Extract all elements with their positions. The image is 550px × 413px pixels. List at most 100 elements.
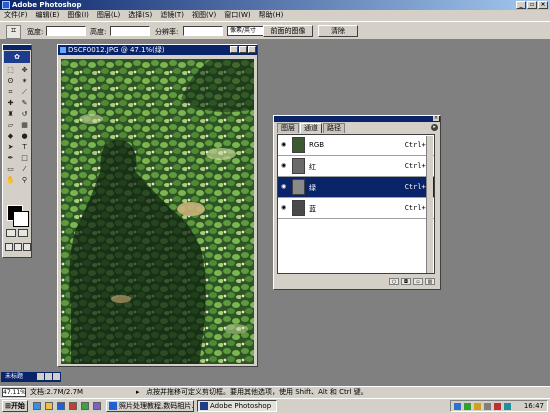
tab-paths[interactable]: 路径 [323, 123, 345, 133]
panel-scrollbar[interactable] [426, 136, 433, 273]
close-button[interactable] [53, 373, 60, 380]
panel-close-icon[interactable]: × [433, 116, 439, 121]
restore-button[interactable]: ▫ [527, 1, 537, 9]
standard-mode-icon[interactable] [6, 229, 16, 237]
network-icon[interactable] [454, 403, 461, 410]
messenger-icon[interactable] [494, 403, 501, 410]
history-brush-tool-icon[interactable]: ↺ [18, 109, 31, 119]
document-maximize-button[interactable] [239, 46, 247, 53]
document-canvas-photo[interactable] [61, 59, 254, 364]
document-minimize-button[interactable] [230, 46, 238, 53]
toolbox-titlebar[interactable] [3, 45, 31, 50]
task-button-photoshop[interactable]: Adobe Photoshop [197, 400, 277, 412]
brush-tool-icon[interactable]: ✎ [18, 98, 31, 108]
status-bar: 47.11% 文档:2.7M/2.7M ▸ 点按并拖移可定义剪切框。要用其他选项… [0, 386, 550, 398]
load-selection-icon[interactable]: ○ [389, 278, 399, 285]
dodge-tool-icon[interactable]: ● [18, 131, 31, 141]
antivirus-icon[interactable] [464, 403, 471, 410]
new-channel-icon[interactable]: ▫ [413, 278, 423, 285]
channel-row-rgb[interactable]: ◉ RGB Ctrl+~ [278, 135, 434, 156]
clear-button[interactable]: 清除 [318, 25, 358, 37]
full-screen-icon[interactable] [23, 243, 31, 251]
start-button[interactable]: ⊞开始 [2, 400, 28, 412]
slice-tool-icon[interactable]: ⟋ [18, 87, 31, 97]
zoom-tool-icon[interactable]: ⚲ [18, 175, 31, 185]
type-tool-icon[interactable]: T [18, 142, 31, 152]
blur-tool-icon[interactable]: ◆ [4, 131, 17, 141]
channel-row-red[interactable]: ◉ 红 Ctrl+1 [278, 156, 434, 177]
zoom-level-field[interactable]: 47.11% [2, 388, 26, 397]
width-field[interactable] [46, 26, 86, 36]
chat-icon[interactable] [81, 402, 89, 410]
menu-layer[interactable]: 图层(L) [93, 10, 124, 21]
menu-help[interactable]: 帮助(H) [255, 10, 288, 21]
channel-row-green[interactable]: ◉ 绿 Ctrl+2 [278, 177, 434, 198]
tab-channels[interactable]: 通道 [300, 123, 322, 133]
height-field[interactable] [110, 26, 150, 36]
restore-button[interactable] [37, 373, 44, 380]
visibility-eye-icon[interactable]: ◉ [281, 141, 286, 148]
visibility-eye-icon[interactable]: ◉ [281, 183, 286, 190]
panel-menu-arrow-icon[interactable]: ▸ [431, 124, 438, 131]
eyedropper-tool-icon[interactable]: ⁄ [18, 164, 31, 174]
resolution-label: 分辨率: [155, 28, 179, 36]
trash-icon[interactable]: ▥ [425, 278, 435, 285]
document-title: DSCF0012.JPG @ 47.1%(绿) [68, 46, 165, 54]
clock[interactable]: 16:47 [524, 401, 544, 411]
background-color-swatch[interactable] [13, 211, 29, 227]
menu-view[interactable]: 视图(V) [188, 10, 220, 21]
tab-layers[interactable]: 图层 [277, 123, 299, 133]
document-close-button[interactable] [248, 46, 256, 53]
standard-screen-icon[interactable] [5, 243, 13, 251]
input-method-icon[interactable] [474, 403, 481, 410]
clone-stamp-tool-icon[interactable]: ♜ [4, 109, 17, 119]
eraser-tool-icon[interactable]: ▱ [4, 120, 17, 130]
menu-edit[interactable]: 编辑(E) [32, 10, 64, 21]
pen-tool-icon[interactable]: ✒ [4, 153, 17, 163]
minimized-document-window[interactable]: 未标题 [1, 372, 61, 382]
document-titlebar[interactable]: DSCF0012.JPG @ 47.1%(绿) [58, 45, 257, 55]
maximize-button[interactable] [45, 373, 52, 380]
volume-icon[interactable] [484, 403, 491, 410]
photoshop-app-icon [200, 402, 208, 410]
task-button-browser[interactable]: 照片处理教程,数码相片... [106, 400, 194, 412]
menu-filter[interactable]: 滤镜(T) [156, 10, 188, 21]
front-image-button[interactable]: 前面的图像 [263, 25, 313, 37]
lasso-tool-icon[interactable]: ʘ [4, 76, 17, 86]
save-selection-icon[interactable]: ◘ [401, 278, 411, 285]
notes-tool-icon[interactable]: ▭ [4, 164, 17, 174]
marquee-tool-icon[interactable]: ⬚ [4, 65, 17, 75]
resolution-field[interactable] [183, 26, 223, 36]
crop-tool-icon[interactable]: ⌗ [4, 87, 17, 97]
menu-image[interactable]: 图像(I) [63, 10, 93, 21]
resolution-unit-value: 像素/英寸 [230, 27, 257, 34]
panel-titlebar[interactable]: × [274, 116, 440, 122]
explorer-icon[interactable] [45, 402, 53, 410]
healing-brush-tool-icon[interactable]: ✚ [4, 98, 17, 108]
quicklaunch-icon[interactable] [93, 402, 101, 410]
status-arrow-icon[interactable]: ▸ [136, 387, 140, 398]
full-screen-menu-icon[interactable] [14, 243, 22, 251]
menu-select[interactable]: 选择(S) [124, 10, 156, 21]
path-select-tool-icon[interactable]: ➤ [4, 142, 17, 152]
photoshop-logo-icon[interactable]: ✿ [4, 51, 30, 63]
show-desktop-icon[interactable] [33, 402, 41, 410]
shape-tool-icon[interactable]: □ [18, 153, 31, 163]
media-icon[interactable] [69, 402, 77, 410]
menu-window[interactable]: 窗口(W) [220, 10, 254, 21]
magic-wand-tool-icon[interactable]: ✶ [18, 76, 31, 86]
height-label: 高度: [90, 28, 107, 36]
minimize-button[interactable]: _ [516, 1, 526, 9]
channel-row-blue[interactable]: ◉ 蓝 Ctrl+3 [278, 198, 434, 219]
tray-app-icon[interactable] [504, 403, 511, 410]
menu-file[interactable]: 文件(F) [0, 10, 32, 21]
browser-icon[interactable] [57, 402, 65, 410]
hand-tool-icon[interactable]: ✋ [4, 175, 17, 185]
gradient-tool-icon[interactable]: ▦ [18, 120, 31, 130]
quick-mask-mode-icon[interactable] [18, 229, 28, 237]
crop-tool-icon[interactable]: ⌗ [6, 25, 21, 39]
close-button[interactable]: × [538, 1, 548, 9]
move-tool-icon[interactable]: ✥ [18, 65, 31, 75]
visibility-eye-icon[interactable]: ◉ [281, 162, 286, 169]
visibility-eye-icon[interactable]: ◉ [281, 204, 286, 211]
